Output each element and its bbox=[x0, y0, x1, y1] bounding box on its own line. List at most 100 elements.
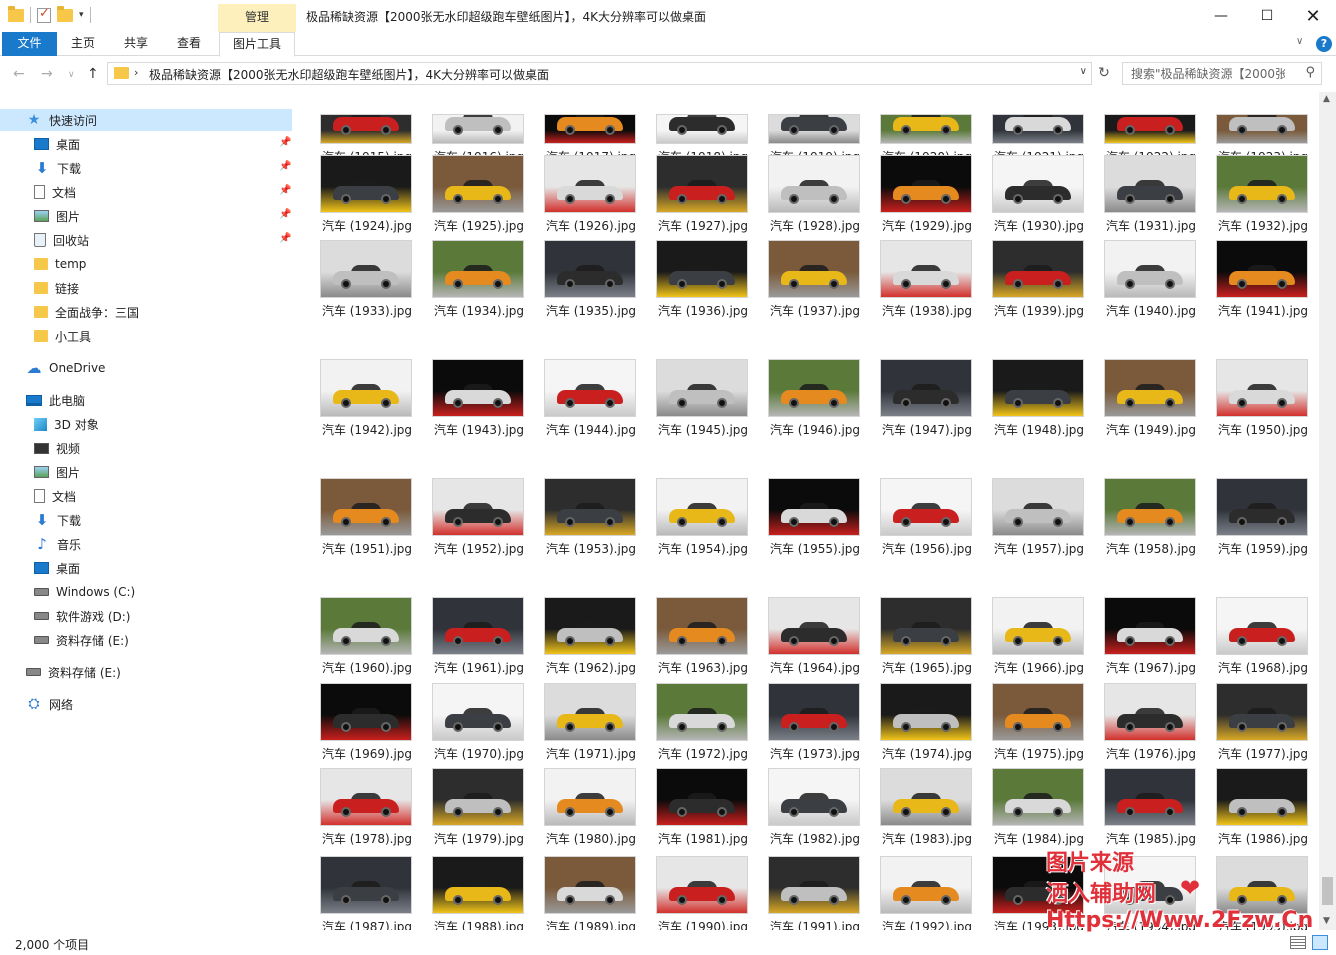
image-thumbnail[interactable] bbox=[320, 597, 412, 655]
search-icon[interactable]: ⚲ bbox=[1305, 65, 1315, 80]
image-thumbnail[interactable] bbox=[320, 240, 412, 298]
sidebar-item[interactable]: 视频 bbox=[34, 437, 80, 459]
address-bar[interactable]: › 极品稀缺资源【2000张无水印超级跑车壁纸图片】，4K大分辨率可以做桌面 ∨ bbox=[107, 62, 1092, 85]
image-thumbnail[interactable] bbox=[768, 114, 860, 144]
scrollbar-thumb[interactable] bbox=[1322, 877, 1333, 905]
large-icons-view-icon[interactable] bbox=[1312, 935, 1328, 950]
image-thumbnail[interactable] bbox=[1216, 768, 1308, 826]
sidebar-item[interactable]: ☁ OneDrive bbox=[26, 357, 106, 379]
image-thumbnail[interactable] bbox=[432, 240, 524, 298]
image-thumbnail[interactable] bbox=[1104, 768, 1196, 826]
image-thumbnail[interactable] bbox=[992, 240, 1084, 298]
tab-home[interactable]: 主页 bbox=[60, 32, 106, 56]
sidebar-item[interactable]: ⬇ 下载 bbox=[34, 509, 81, 531]
image-thumbnail[interactable] bbox=[1216, 597, 1308, 655]
image-thumbnail[interactable] bbox=[1216, 359, 1308, 417]
image-thumbnail[interactable] bbox=[432, 478, 524, 536]
sidebar-item[interactable]: Windows (C:) bbox=[34, 581, 135, 603]
image-thumbnail[interactable] bbox=[544, 359, 636, 417]
image-thumbnail[interactable] bbox=[320, 768, 412, 826]
chevron-right-icon[interactable]: › bbox=[134, 66, 138, 79]
image-thumbnail[interactable] bbox=[992, 359, 1084, 417]
image-thumbnail[interactable] bbox=[320, 155, 412, 213]
image-thumbnail[interactable] bbox=[1216, 478, 1308, 536]
image-thumbnail[interactable] bbox=[880, 155, 972, 213]
sidebar-item[interactable]: ⬇ 下载 bbox=[34, 157, 81, 179]
image-thumbnail[interactable] bbox=[768, 856, 860, 914]
sidebar-item[interactable]: 回收站 bbox=[34, 229, 89, 251]
details-view-icon[interactable] bbox=[1290, 936, 1306, 949]
image-thumbnail[interactable] bbox=[656, 359, 748, 417]
image-thumbnail[interactable] bbox=[544, 478, 636, 536]
image-thumbnail[interactable] bbox=[432, 155, 524, 213]
image-thumbnail[interactable] bbox=[880, 240, 972, 298]
sidebar-item[interactable]: 资料存储 (E:) bbox=[34, 629, 129, 651]
sidebar-item[interactable]: 桌面 bbox=[34, 557, 80, 579]
sidebar-item[interactable]: 3D 对象 bbox=[34, 413, 99, 435]
image-thumbnail[interactable] bbox=[1104, 478, 1196, 536]
image-thumbnail[interactable] bbox=[656, 768, 748, 826]
file-grid[interactable]: 汽车 (1915).jpg汽车 (1916).jpg汽车 (1917).jpg汽… bbox=[298, 92, 1317, 930]
back-arrow-icon[interactable]: ← bbox=[13, 66, 25, 82]
image-thumbnail[interactable] bbox=[992, 114, 1084, 144]
tab-view[interactable]: 查看 bbox=[166, 32, 212, 56]
image-thumbnail[interactable] bbox=[544, 114, 636, 144]
image-thumbnail[interactable] bbox=[768, 155, 860, 213]
image-thumbnail[interactable] bbox=[768, 359, 860, 417]
image-thumbnail[interactable] bbox=[992, 597, 1084, 655]
sidebar-item[interactable]: 文档 bbox=[34, 485, 76, 507]
sidebar-item[interactable]: 图片 bbox=[34, 205, 80, 227]
chevron-down-icon[interactable]: ∨ bbox=[1080, 66, 1087, 77]
image-thumbnail[interactable] bbox=[656, 683, 748, 741]
image-thumbnail[interactable] bbox=[1104, 359, 1196, 417]
scroll-up-icon[interactable]: ▲ bbox=[1323, 94, 1330, 104]
vertical-scrollbar[interactable]: ▲ ▼ bbox=[1319, 92, 1336, 930]
pin-icon[interactable]: 📌 bbox=[279, 209, 291, 220]
image-thumbnail[interactable] bbox=[768, 597, 860, 655]
image-thumbnail[interactable] bbox=[656, 597, 748, 655]
address-path[interactable]: 极品稀缺资源【2000张无水印超级跑车壁纸图片】，4K大分辨率可以做桌面 bbox=[149, 66, 549, 83]
sidebar-item[interactable]: 此电脑 bbox=[26, 389, 85, 411]
customize-toolbar-icon[interactable]: ▾ bbox=[79, 10, 84, 20]
image-thumbnail[interactable] bbox=[656, 240, 748, 298]
image-thumbnail[interactable] bbox=[432, 359, 524, 417]
image-thumbnail[interactable] bbox=[880, 856, 972, 914]
sidebar-item[interactable]: ♪ 音乐 bbox=[34, 533, 81, 555]
refresh-icon[interactable]: ↻ bbox=[1094, 63, 1114, 84]
image-thumbnail[interactable] bbox=[1104, 240, 1196, 298]
properties-icon[interactable] bbox=[37, 6, 51, 23]
search-box[interactable]: ⚲ bbox=[1122, 62, 1322, 85]
image-thumbnail[interactable] bbox=[320, 683, 412, 741]
close-button[interactable]: ✕ bbox=[1290, 0, 1336, 32]
image-thumbnail[interactable] bbox=[656, 114, 748, 144]
sidebar-item[interactable]: ★ 快速访问 bbox=[0, 109, 292, 131]
image-thumbnail[interactable] bbox=[432, 856, 524, 914]
expand-ribbon-icon[interactable]: ∨ bbox=[1296, 36, 1303, 47]
image-thumbnail[interactable] bbox=[544, 597, 636, 655]
image-thumbnail[interactable] bbox=[1216, 683, 1308, 741]
image-thumbnail[interactable] bbox=[320, 114, 412, 144]
image-thumbnail[interactable] bbox=[992, 155, 1084, 213]
tab-file[interactable]: 文件 bbox=[2, 32, 57, 56]
image-thumbnail[interactable] bbox=[880, 683, 972, 741]
image-thumbnail[interactable] bbox=[544, 856, 636, 914]
image-thumbnail[interactable] bbox=[1216, 114, 1308, 144]
up-arrow-icon[interactable]: ↑ bbox=[87, 66, 99, 82]
image-thumbnail[interactable] bbox=[656, 155, 748, 213]
sidebar-item[interactable]: temp bbox=[34, 253, 86, 275]
image-thumbnail[interactable] bbox=[544, 240, 636, 298]
image-thumbnail[interactable] bbox=[320, 359, 412, 417]
pin-icon[interactable]: 📌 bbox=[279, 185, 291, 196]
maximize-button[interactable]: ☐ bbox=[1244, 0, 1290, 32]
image-thumbnail[interactable] bbox=[544, 155, 636, 213]
image-thumbnail[interactable] bbox=[1104, 683, 1196, 741]
image-thumbnail[interactable] bbox=[432, 114, 524, 144]
image-thumbnail[interactable] bbox=[544, 683, 636, 741]
minimize-button[interactable]: — bbox=[1198, 0, 1244, 32]
image-thumbnail[interactable] bbox=[656, 856, 748, 914]
scroll-down-icon[interactable]: ▼ bbox=[1323, 916, 1330, 926]
image-thumbnail[interactable] bbox=[320, 856, 412, 914]
image-thumbnail[interactable] bbox=[1216, 155, 1308, 213]
image-thumbnail[interactable] bbox=[320, 478, 412, 536]
new-folder-icon[interactable] bbox=[57, 5, 73, 22]
